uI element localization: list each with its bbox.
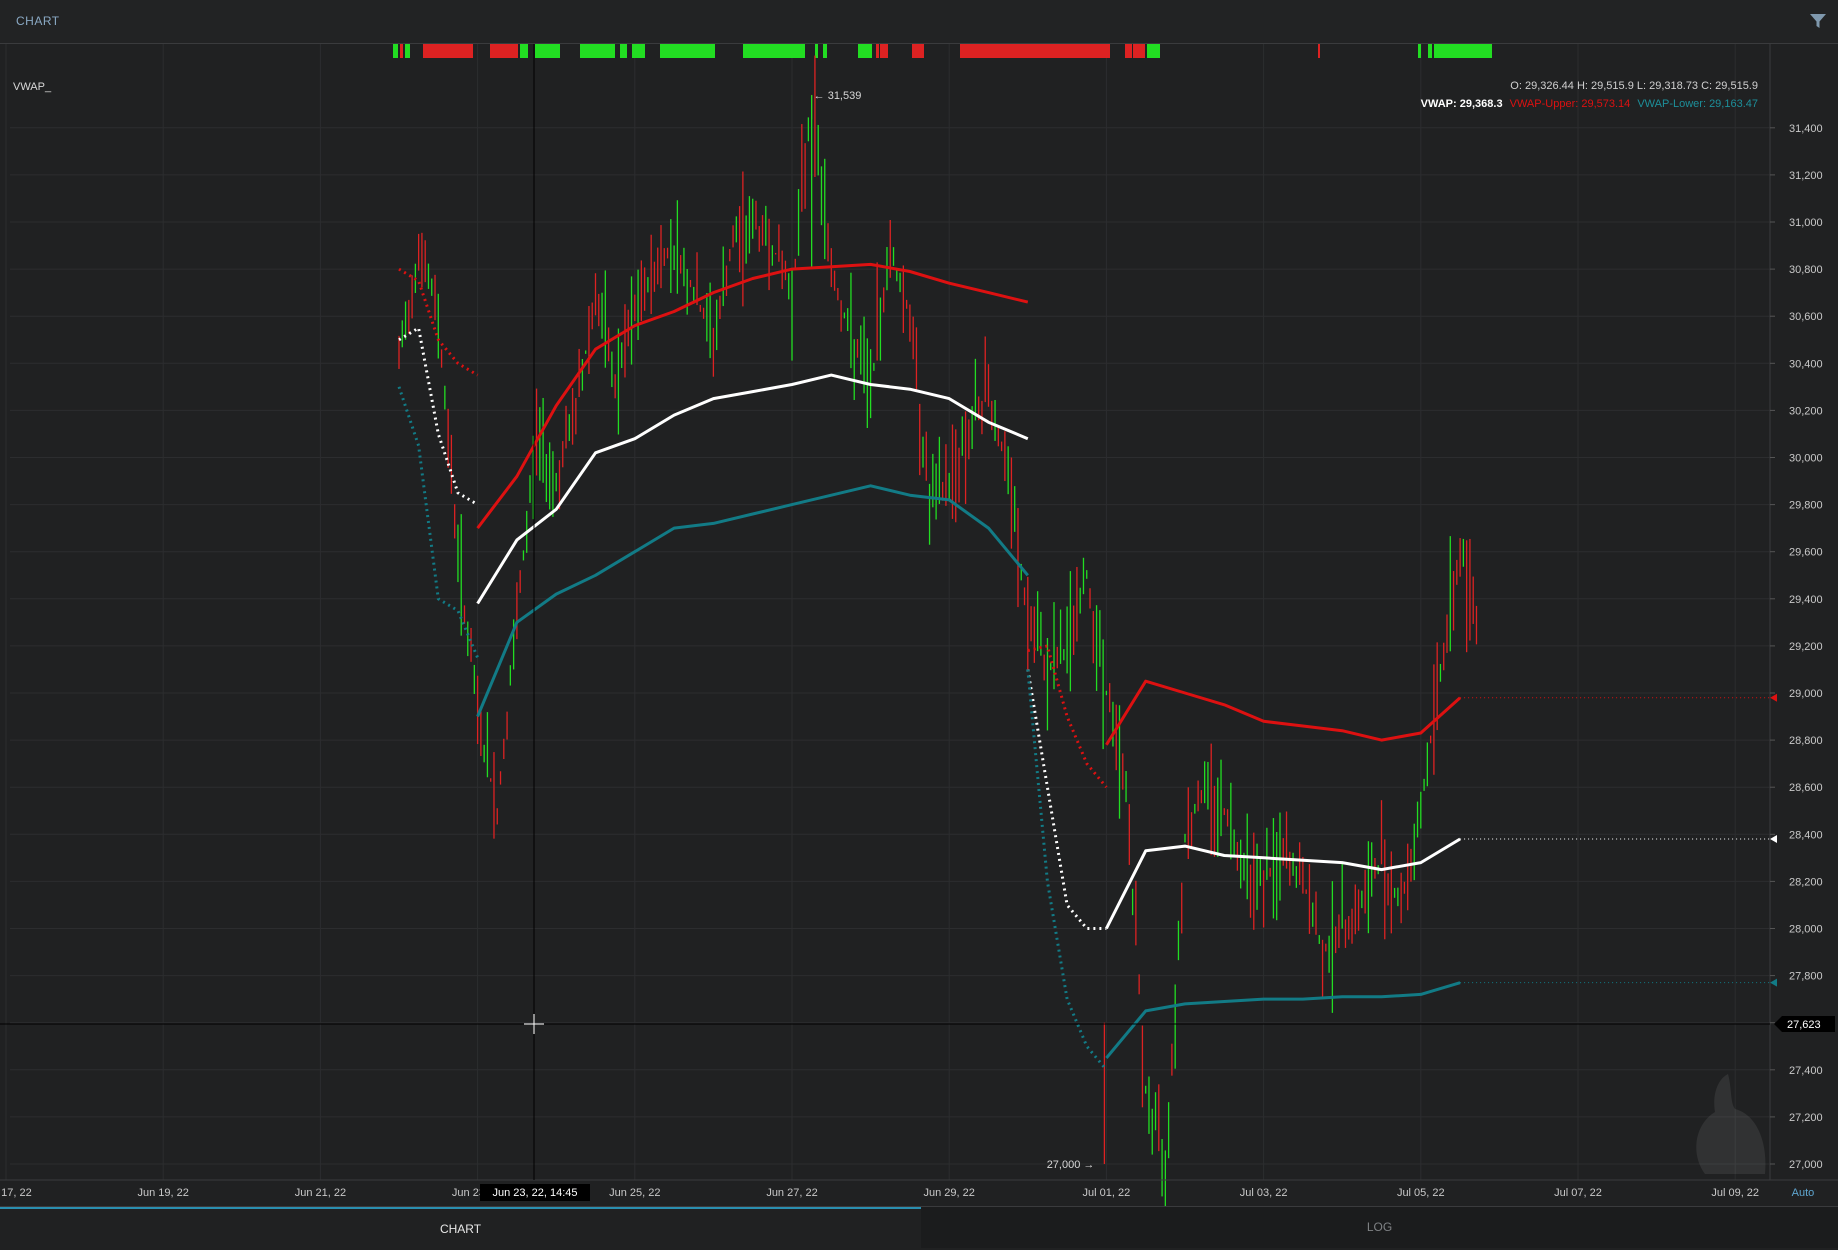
x-tick-label: Jun 21, 22 — [295, 1187, 346, 1199]
crosshair-price-label: 27,623 — [1787, 1019, 1821, 1031]
signal-block — [423, 44, 473, 58]
y-tick-label: 27,200 — [1789, 1112, 1823, 1124]
x-tick-label: Jun 29, 22 — [924, 1187, 975, 1199]
signal-block — [393, 44, 398, 58]
x-tick-label: Jun 19, 22 — [138, 1187, 189, 1199]
price-chart[interactable]: 27,00027,20027,40027,60027,80028,00028,2… — [0, 44, 1838, 1206]
x-tick-label: Jul 09, 22 — [1711, 1187, 1759, 1199]
y-tick-label: 31,400 — [1789, 123, 1823, 135]
y-tick-label: 29,200 — [1789, 641, 1823, 653]
bottom-tab-bar: CHART LOG — [0, 1206, 1838, 1250]
vwap-upper-value: VWAP-Upper: 29,573.14 — [1510, 98, 1631, 110]
y-tick-label: 30,800 — [1789, 264, 1823, 276]
y-tick-label: 29,800 — [1789, 500, 1823, 512]
crosshair-time-label: Jun 23, 22, 14:45 — [492, 1187, 577, 1199]
chart-area[interactable]: 27,00027,20027,40027,60027,80028,00028,2… — [0, 44, 1838, 1206]
y-tick-label: 27,000 — [1789, 1159, 1823, 1171]
tab-chart-label: CHART — [439, 1222, 482, 1236]
x-tick-label: Jun 17, 22 — [0, 1187, 32, 1199]
tab-chart[interactable]: CHART — [0, 1207, 921, 1250]
y-tick-label: 30,000 — [1789, 453, 1823, 465]
signal-block — [858, 44, 872, 58]
signal-block — [743, 44, 805, 58]
filter-icon[interactable] — [1808, 11, 1828, 31]
signal-block — [880, 44, 888, 58]
y-tick-label: 30,200 — [1789, 405, 1823, 417]
high-annotation: ← 31,539 — [814, 90, 862, 102]
y-tick-label: 28,200 — [1789, 876, 1823, 888]
y-tick-label: 27,800 — [1789, 971, 1823, 983]
vwap-value: VWAP: 29,368.3 — [1421, 98, 1503, 110]
signal-block — [1318, 44, 1320, 58]
x-tick-label: Jul 03, 22 — [1240, 1187, 1288, 1199]
crosshair-time-tag: Jun 23, 22, 14:45 — [480, 1184, 590, 1201]
signal-block — [912, 44, 924, 58]
signal-block — [1434, 44, 1492, 58]
scale-mode-button[interactable]: Auto — [1792, 1187, 1815, 1199]
signal-block — [1428, 44, 1432, 58]
signal-block — [490, 44, 518, 58]
signal-block — [400, 44, 403, 58]
y-tick-label: 29,400 — [1789, 594, 1823, 606]
crosshair-price-tag: 27,623 — [1774, 1016, 1835, 1032]
signal-block — [580, 44, 615, 58]
y-tick-label: 31,000 — [1789, 217, 1823, 229]
indicator-label: VWAP_ — [13, 81, 52, 93]
ohlc-readout: O: 29,326.44 H: 29,515.9 L: 29,318.73 C:… — [1510, 80, 1758, 92]
y-tick-label: 27,400 — [1789, 1065, 1823, 1077]
signal-block — [960, 44, 1110, 58]
chart-background — [0, 44, 1838, 1206]
vwap-lower-value: VWAP-Lower: 29,163.47 — [1637, 98, 1758, 110]
signal-block — [1418, 44, 1421, 58]
y-tick-label: 29,600 — [1789, 547, 1823, 559]
tab-log-label: LOG — [1366, 1220, 1393, 1234]
signal-block — [632, 44, 645, 58]
signal-block — [823, 44, 827, 58]
signal-block — [1147, 44, 1160, 58]
y-tick-label: 31,200 — [1789, 170, 1823, 182]
x-tick-label: Jul 01, 22 — [1083, 1187, 1131, 1199]
x-tick-label: Jun 25, 22 — [609, 1187, 660, 1199]
signal-block — [620, 44, 627, 58]
y-tick-label: 28,600 — [1789, 782, 1823, 794]
y-tick-label: 28,800 — [1789, 735, 1823, 747]
tab-log[interactable]: LOG — [921, 1207, 1838, 1248]
x-tick-label: Jul 05, 22 — [1397, 1187, 1445, 1199]
signal-block — [1125, 44, 1132, 58]
signal-block — [520, 44, 528, 58]
x-tick-label: Jul 07, 22 — [1554, 1187, 1602, 1199]
x-tick-label: Jun 27, 22 — [766, 1187, 817, 1199]
signal-block — [660, 44, 715, 58]
y-tick-label: 28,400 — [1789, 829, 1823, 841]
y-tick-label: 30,400 — [1789, 358, 1823, 370]
vwap-readout: VWAP: 29,368.3 VWAP-Upper: 29,573.14 VWA… — [1421, 98, 1758, 110]
signal-block — [405, 44, 410, 58]
low-annotation: 27,000 → — [1047, 1159, 1095, 1171]
chart-header: CHART — [0, 0, 1838, 44]
signal-block — [1133, 44, 1145, 58]
signal-block — [876, 44, 879, 58]
y-tick-label: 28,000 — [1789, 924, 1823, 936]
window-title: CHART — [16, 14, 60, 28]
y-tick-label: 30,600 — [1789, 311, 1823, 323]
signal-block — [535, 44, 560, 58]
y-tick-label: 29,000 — [1789, 688, 1823, 700]
